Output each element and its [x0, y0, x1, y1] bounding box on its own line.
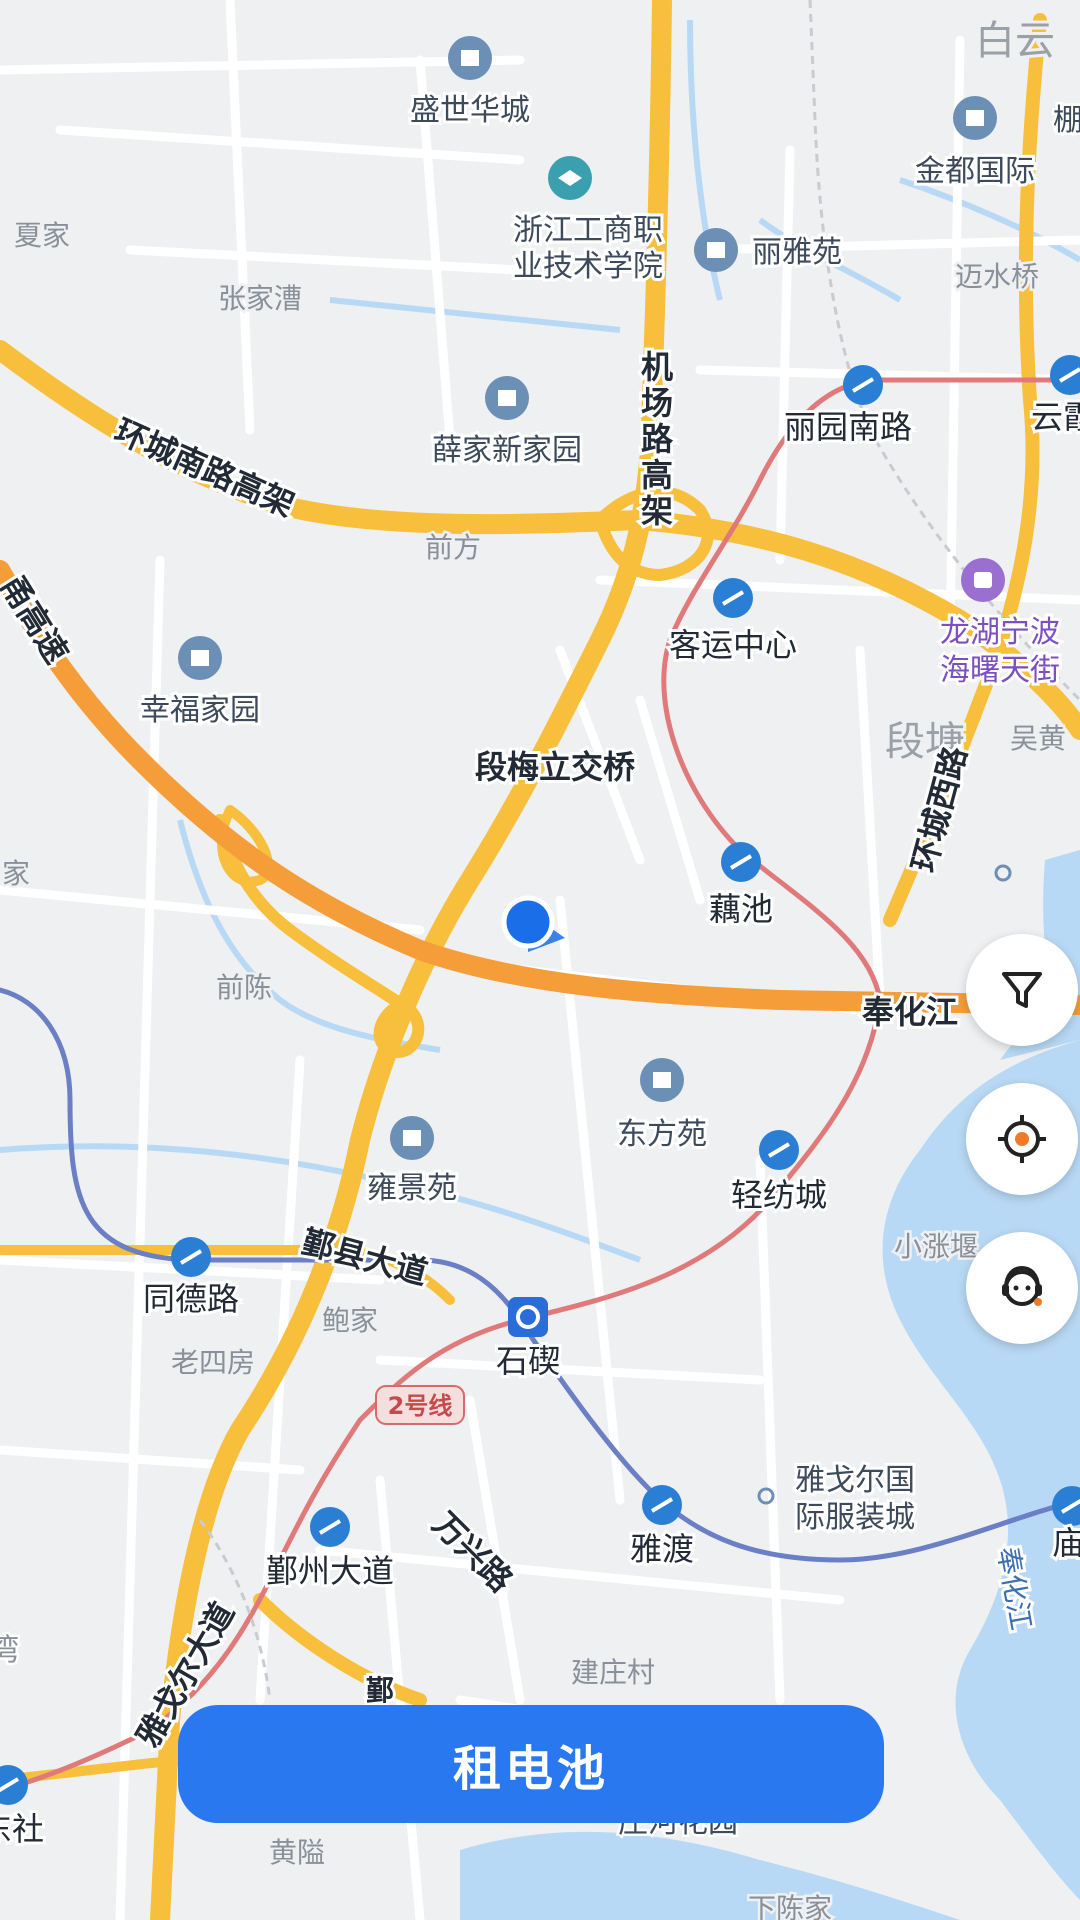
svg-text:张家漕: 张家漕: [218, 282, 302, 315]
svg-text:石碶: 石碶: [496, 1342, 560, 1380]
svg-text:小涨堰: 小涨堰: [894, 1230, 978, 1263]
svg-text:段梅立交桥: 段梅立交桥: [475, 748, 635, 786]
svg-text:机: 机: [641, 348, 673, 386]
svg-text:下陈家: 下陈家: [748, 1892, 832, 1920]
svg-text:庙: 庙: [1052, 1524, 1080, 1562]
svg-text:轻纺城: 轻纺城: [731, 1176, 827, 1214]
svg-text:际服装城: 际服装城: [795, 1500, 915, 1535]
svg-text:白云: 白云: [975, 18, 1055, 64]
transfer-station-icon: [508, 1297, 548, 1337]
school-icon: [548, 156, 592, 200]
poi-icon: [178, 636, 222, 680]
customer-service-button[interactable]: [966, 1232, 1078, 1344]
svg-text:同德路: 同德路: [143, 1280, 239, 1318]
svg-text:前方: 前方: [425, 531, 481, 564]
poi-icon: [694, 228, 738, 272]
svg-text:海曙天街: 海曙天街: [940, 653, 1060, 688]
svg-text:丽园南路: 丽园南路: [784, 408, 912, 446]
svg-text:客运中心: 客运中心: [669, 626, 797, 664]
svg-text:鄞州大道: 鄞州大道: [266, 1552, 394, 1590]
svg-text:藕池: 藕池: [709, 890, 773, 928]
svg-text:前陈: 前陈: [216, 971, 272, 1004]
svg-text:黄隘: 黄隘: [269, 1836, 325, 1869]
svg-text:架: 架: [641, 492, 673, 530]
svg-text:高: 高: [641, 456, 673, 494]
locate-icon: [998, 1115, 1046, 1163]
svg-text:雅戈尔国: 雅戈尔国: [795, 1463, 915, 1498]
svg-text:迈水桥: 迈水桥: [955, 260, 1039, 293]
svg-text:雅渡: 雅渡: [630, 1530, 694, 1568]
svg-text:路: 路: [641, 420, 674, 458]
svg-text:丽雅苑: 丽雅苑: [752, 235, 842, 270]
customer-service-icon: [1002, 1265, 1042, 1306]
map-canvas[interactable]: 2号线 白云 段塘 盛世华城 金都国际 浙江工商职 业技术学院 丽雅苑 薛家新家…: [0, 0, 1080, 1920]
shopping-icon: [961, 558, 1005, 602]
rent-battery-button[interactable]: 租电池: [178, 1705, 884, 1823]
poi-icon: [953, 96, 997, 140]
svg-text:奉化江: 奉化江: [862, 993, 958, 1031]
svg-text:场: 场: [641, 384, 673, 422]
poi-icon: [640, 1058, 684, 1102]
filter-button[interactable]: [966, 934, 1078, 1046]
svg-text:雍景苑: 雍景苑: [367, 1171, 457, 1206]
svg-text:老四房: 老四房: [171, 1346, 255, 1379]
svg-text:浙江工商职: 浙江工商职: [513, 213, 663, 248]
svg-text:东社: 东社: [0, 1810, 44, 1848]
line-2-badge: 2号线: [375, 1385, 465, 1425]
svg-text:盛世华城: 盛世华城: [410, 93, 530, 128]
svg-text:龙湖宁波: 龙湖宁波: [940, 615, 1060, 650]
poi-icon: [390, 1116, 434, 1160]
svg-text:家: 家: [2, 857, 30, 890]
svg-text:业技术学院: 业技术学院: [513, 249, 663, 284]
svg-text:湾: 湾: [0, 1633, 19, 1668]
locate-button[interactable]: [966, 1083, 1078, 1195]
svg-text:夏家: 夏家: [14, 219, 70, 252]
svg-text:鄞: 鄞: [366, 1674, 394, 1707]
svg-text:薛家新家园: 薛家新家园: [432, 433, 582, 468]
svg-text:2号线: 2号线: [388, 1392, 453, 1420]
svg-text:建庄村: 建庄村: [571, 1656, 655, 1689]
svg-text:幸福家园: 幸福家园: [140, 693, 260, 728]
svg-text:东方苑: 东方苑: [617, 1117, 707, 1152]
poi-icon: [485, 376, 529, 420]
svg-text:鲍家: 鲍家: [322, 1304, 378, 1337]
svg-text:金都国际: 金都国际: [915, 154, 1035, 189]
poi-icon: [448, 36, 492, 80]
filter-icon: [1002, 972, 1042, 1008]
svg-text:云霞: 云霞: [1031, 398, 1080, 436]
svg-text:吴黄: 吴黄: [1010, 722, 1066, 755]
svg-text:棚: 棚: [1053, 103, 1080, 138]
